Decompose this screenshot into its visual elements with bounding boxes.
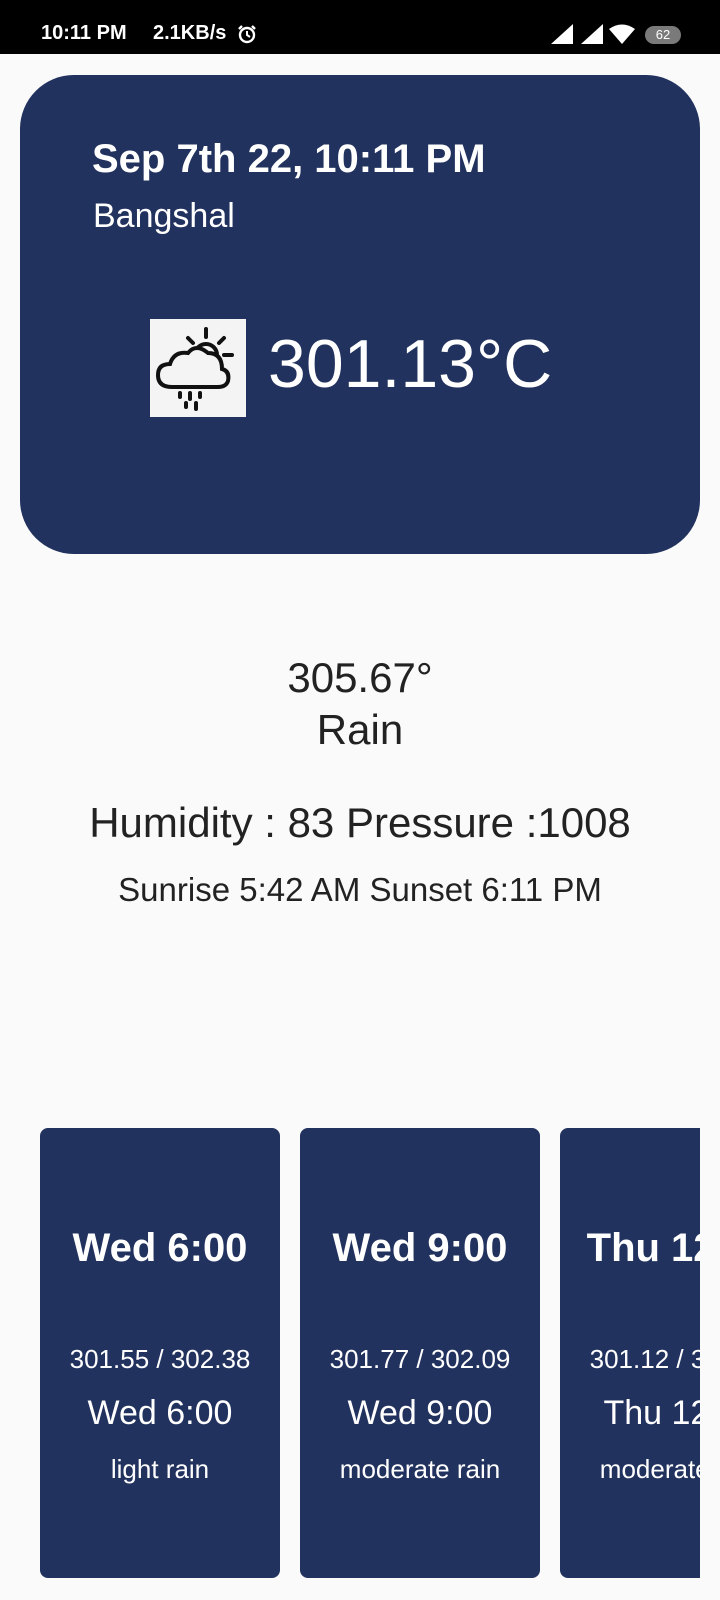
forecast-card[interactable]: Wed 6:00 301.55 / 302.38 Wed 6:00 light … <box>40 1128 280 1578</box>
current-weather-card: Sep 7th 22, 10:11 PM Bangshal 301.13°C <box>20 75 700 554</box>
signal-icon <box>551 24 573 49</box>
forecast-card[interactable]: Thu 12:00 301.12 / 302.00 Thu 12:00 mode… <box>560 1128 700 1578</box>
forecast-time: Wed 6:00 <box>87 1394 233 1432</box>
forecast-temp-range: 301.55 / 302.38 <box>69 1344 251 1374</box>
current-temperature: 301.13°C <box>268 326 553 402</box>
forecast-title: Wed 9:00 <box>332 1226 508 1270</box>
weather-condition: Rain <box>316 706 404 753</box>
forecast-description: light rain <box>110 1454 210 1484</box>
current-location: Bangshal <box>93 197 235 235</box>
forecast-description: moderate rain <box>599 1454 700 1484</box>
forecast-title: Thu 12:00 <box>586 1226 700 1270</box>
rain-cloud-sun-icon <box>150 319 246 417</box>
forecast-description: moderate rain <box>339 1454 501 1484</box>
forecast-time: Thu 12:00 <box>603 1394 700 1432</box>
feels-like-temp: 305.67° <box>287 654 433 701</box>
forecast-temp-range: 301.12 / 302.00 <box>589 1344 700 1374</box>
forecast-time: Wed 9:00 <box>347 1394 493 1432</box>
forecast-title: Wed 6:00 <box>72 1226 248 1270</box>
status-bar: 10:11 PM 2.1KB/s 62 <box>0 0 720 54</box>
wifi-icon <box>609 24 635 49</box>
sunrise-sunset: Sunrise 5:42 AM Sunset 6:11 PM <box>118 871 602 908</box>
forecast-temp-range: 301.77 / 302.09 <box>329 1344 511 1374</box>
current-datetime: Sep 7th 22, 10:11 PM <box>92 137 486 181</box>
status-time: 10:11 PM <box>41 22 127 44</box>
humidity-pressure: Humidity : 83 Pressure :1008 <box>89 799 631 846</box>
alarm-icon <box>237 24 257 49</box>
forecast-list[interactable]: Wed 6:00 301.55 / 302.38 Wed 6:00 light … <box>0 1128 700 1580</box>
forecast-card[interactable]: Wed 9:00 301.77 / 302.09 Wed 9:00 modera… <box>300 1128 540 1578</box>
signal-icon <box>581 24 603 49</box>
status-net-speed: 2.1KB/s <box>153 22 227 44</box>
battery-icon: 62 <box>645 26 681 44</box>
